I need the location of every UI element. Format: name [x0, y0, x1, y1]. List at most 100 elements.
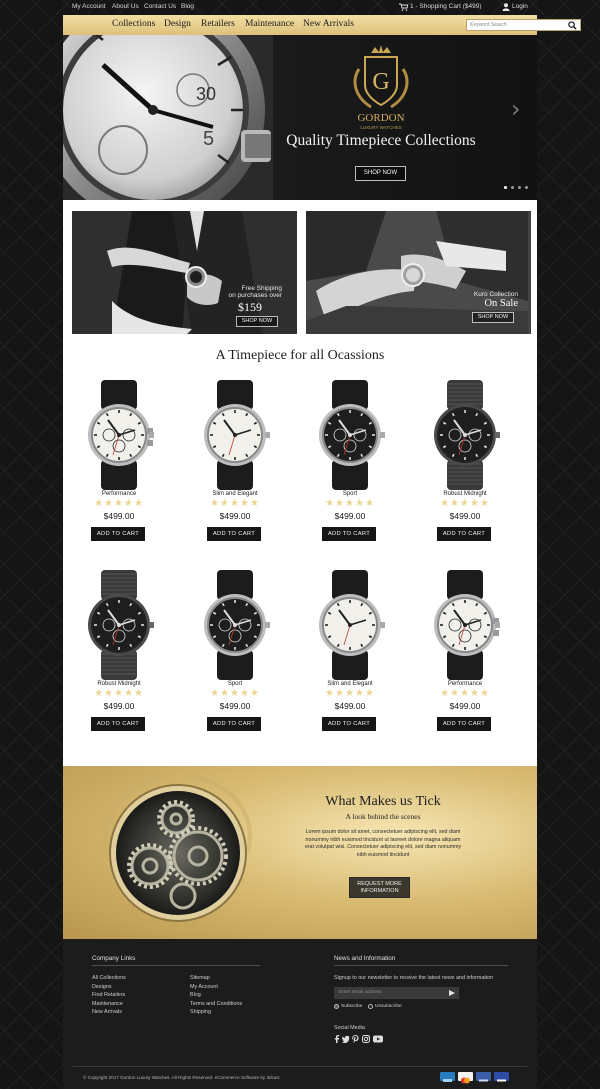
product-name: Slim and Elegant — [212, 491, 258, 497]
request-info-line1: REQUEST MORE — [357, 881, 402, 887]
product-image[interactable] — [179, 380, 291, 495]
user-icon[interactable] — [502, 3, 510, 11]
product-name: Robust Midnight — [97, 681, 141, 687]
email-field[interactable]: Enter email address — [334, 987, 459, 999]
footer-link[interactable]: Sitemap — [190, 975, 210, 981]
nav-design[interactable]: Design — [164, 19, 191, 29]
promo-free-shipping[interactable]: Free Shipping on purchases over $159 SHO… — [72, 211, 297, 334]
product-card[interactable]: Robust Midnight ★★★★★ $499.00 ADD TO CART — [409, 380, 521, 558]
product-price: $499.00 — [103, 701, 135, 711]
slide-dot-4[interactable] — [525, 186, 528, 189]
gordon-logo: G GORDON LUXURY WATCHES — [353, 45, 409, 130]
tick-subtitle: A look behind the scenes — [345, 812, 421, 821]
blog-link[interactable]: Blog — [181, 3, 194, 10]
product-image[interactable] — [294, 380, 406, 495]
play-icon[interactable] — [449, 990, 455, 996]
top-bar: My Account About Us Contact Us Blog 1 - … — [0, 0, 600, 15]
shopping-cart-link[interactable]: 1 - Shopping Cart ($499) — [410, 3, 482, 10]
footer-link[interactable]: Terms and Conditions — [190, 1001, 242, 1007]
contact-us-link[interactable]: Contact Us — [144, 3, 176, 10]
footer-link[interactable]: Designs — [92, 984, 111, 990]
rating-stars: ★★★★★ — [325, 688, 375, 699]
add-to-cart-button[interactable]: ADD TO CART — [91, 717, 145, 731]
pinterest-icon[interactable] — [352, 1035, 359, 1043]
product-image[interactable] — [63, 570, 175, 685]
add-to-cart-button[interactable]: ADD TO CART — [437, 717, 491, 731]
discover-card-icon — [476, 1072, 491, 1082]
add-to-cart-button[interactable]: ADD TO CART — [322, 527, 376, 541]
footer-link[interactable]: All Collections — [92, 975, 126, 981]
product-card[interactable]: Performance ★★★★★ $499.00 ADD TO CART — [409, 570, 521, 748]
product-image[interactable] — [63, 380, 175, 495]
product-name: Performance — [447, 681, 483, 687]
slide-dot-3[interactable] — [518, 186, 521, 189]
footer-link[interactable]: New Arrivals — [92, 1009, 122, 1015]
amex-card-icon — [440, 1072, 455, 1082]
login-link[interactable]: Login — [512, 3, 528, 10]
social-heading: Social Media — [334, 1025, 365, 1031]
logo-name: GORDON — [357, 112, 404, 124]
email-placeholder: Enter email address — [339, 990, 382, 995]
unsubscribe-radio[interactable] — [368, 1004, 373, 1009]
add-to-cart-button[interactable]: ADD TO CART — [91, 527, 145, 541]
cart-icon[interactable] — [399, 3, 408, 11]
product-card[interactable]: Robust Midnight ★★★★★ $499.00 ADD TO CART — [63, 570, 175, 748]
copyright-text: © Copyright 2017 Gordon Luxury Watches. … — [83, 1075, 281, 1080]
add-to-cart-button[interactable]: ADD TO CART — [207, 717, 261, 731]
product-name: Sport — [342, 491, 358, 497]
youtube-icon[interactable] — [373, 1035, 383, 1043]
add-to-cart-button[interactable]: ADD TO CART — [437, 527, 491, 541]
mastercard-icon — [458, 1072, 473, 1084]
product-name: Slim and Elegant — [327, 681, 373, 687]
logo-sub: LUXURY WATCHES — [360, 125, 401, 130]
request-info-button[interactable]: REQUEST MORE INFORMATION — [349, 877, 410, 898]
product-card[interactable]: Performance ★★★★★ $499.00 ADD TO CART — [63, 380, 175, 558]
hero-watch-image: 30 5 — [63, 35, 273, 200]
product-card[interactable]: Sport ★★★★★ $499.00 ADD TO CART — [179, 570, 291, 748]
footer-link[interactable]: Blog — [190, 992, 201, 998]
subscribe-label: Subscribe — [341, 1004, 363, 1009]
nav-new-arrivals[interactable]: New Arrivals — [303, 19, 354, 29]
footer: Company Links All Collections Designs Find… — [63, 939, 537, 1089]
add-to-cart-button[interactable]: ADD TO CART — [207, 527, 261, 541]
search-icon[interactable] — [568, 21, 577, 30]
product-card[interactable]: Slim and Elegant ★★★★★ $499.00 ADD TO CART — [294, 570, 406, 748]
gears-image — [104, 774, 252, 922]
twitter-icon[interactable] — [342, 1035, 350, 1043]
product-image[interactable] — [179, 570, 291, 685]
product-image[interactable] — [409, 570, 521, 685]
product-card[interactable]: Sport ★★★★★ $499.00 ADD TO CART — [294, 380, 406, 558]
promo-1-price: $159 — [238, 300, 262, 314]
product-price: $499.00 — [449, 511, 481, 521]
subscribe-radio[interactable] — [334, 1004, 339, 1009]
footer-link[interactable]: Find Retailers — [92, 992, 125, 998]
nav-retailers[interactable]: Retailers — [201, 19, 235, 29]
social-icons — [334, 1035, 394, 1043]
request-info-line2: INFORMATION — [360, 888, 399, 894]
facebook-icon[interactable] — [334, 1035, 340, 1043]
footer-link[interactable]: My Account — [190, 984, 218, 990]
chevron-right-icon[interactable]: › — [511, 95, 521, 123]
slide-dot-2[interactable] — [511, 186, 514, 189]
footer-link[interactable]: Maintenance — [92, 1001, 123, 1007]
promo-2-shop-now-button[interactable]: SHOP NOW — [472, 312, 514, 323]
product-card[interactable]: Slim and Elegant ★★★★★ $499.00 ADD TO CART — [179, 380, 291, 558]
add-to-cart-button[interactable]: ADD TO CART — [322, 717, 376, 731]
search-input[interactable]: Keyword Search — [466, 19, 581, 31]
nav-collections[interactable]: Collections — [112, 19, 155, 29]
my-account-link[interactable]: My Account — [72, 3, 106, 10]
product-image[interactable] — [409, 380, 521, 495]
tick-section: What Makes us Tick A look behind the sce… — [63, 766, 537, 939]
hero-shop-now-button[interactable]: SHOP NOW — [355, 166, 406, 181]
instagram-icon[interactable] — [362, 1035, 370, 1043]
footer-link[interactable]: Shipping — [190, 1009, 211, 1015]
slide-dot-1[interactable] — [504, 186, 507, 189]
rating-stars: ★★★★★ — [210, 498, 260, 509]
visa-card-icon — [494, 1072, 509, 1082]
product-image[interactable] — [294, 570, 406, 685]
hero-banner: 30 5 G GORDON LUXURY WATCHES Quality Tim… — [63, 35, 537, 200]
nav-maintenance[interactable]: Maintenance — [245, 19, 294, 29]
promo-kuro-collection[interactable]: Kuro Collection On Sale SHOP NOW — [306, 211, 531, 334]
about-us-link[interactable]: About Us — [112, 3, 139, 10]
promo-1-shop-now-button[interactable]: SHOP NOW — [236, 316, 278, 327]
